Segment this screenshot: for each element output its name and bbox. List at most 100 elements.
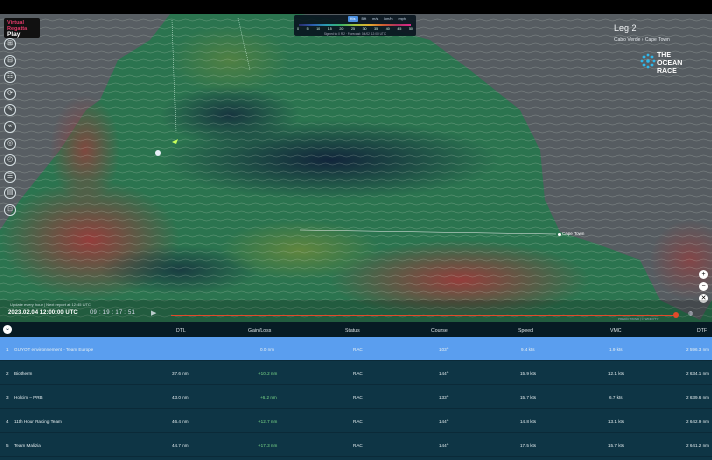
- wind-map[interactable]: Virtual Regatta Play ⊞ ⊟ ☷ ⟳ ✎ ⌁ ◎ ◴ ☰ ▤…: [0, 0, 712, 322]
- map-credit: PREDICTWIND | © WINDYTY: [618, 317, 659, 321]
- dtf: 2 639.6 nm: [686, 395, 709, 400]
- zoom-out-button[interactable]: −: [699, 282, 708, 291]
- status: RAC: [353, 443, 363, 448]
- rank: 1: [6, 347, 9, 352]
- scale-tick: 5: [306, 27, 309, 31]
- team-name: Team Malizia: [14, 443, 41, 448]
- scale-tick: 30: [362, 27, 367, 31]
- unit-bft[interactable]: Bft: [360, 16, 369, 22]
- dtf: 2 641.2 nm: [686, 443, 709, 448]
- zoom-in-button[interactable]: +: [699, 270, 708, 279]
- speed: 15.7 kts: [520, 395, 537, 400]
- course: 144°: [439, 419, 449, 424]
- scale-ticks: 0 5 10 15 20 25 30 35 40 45 50: [297, 27, 413, 31]
- app-root: Virtual Regatta Play ⊞ ⊟ ☷ ⟳ ✎ ⌁ ◎ ◴ ☰ ▤…: [0, 0, 712, 460]
- virtual-regatta-logo[interactable]: Virtual Regatta Play: [4, 18, 40, 38]
- rank: 4: [6, 419, 9, 424]
- unit-mph[interactable]: mph: [397, 16, 408, 22]
- vmc: 12.1 kts: [608, 371, 625, 376]
- dtl: 44.7 nm: [172, 443, 189, 448]
- play-icon[interactable]: ▶: [151, 309, 156, 317]
- scale-gradient: [299, 24, 411, 26]
- table-row[interactable]: 2 Biotherm 37.6 nm +10.2 nm RAC 144° 15.…: [0, 361, 712, 385]
- course: 144°: [439, 443, 449, 448]
- column-header[interactable]: Gain/Loss: [248, 328, 271, 334]
- dtl: 37.6 nm: [172, 371, 189, 376]
- vmc: 13.1 kts: [608, 419, 625, 424]
- rank: 2: [6, 371, 9, 376]
- refresh-icon[interactable]: ⟳: [4, 87, 16, 100]
- gain-loss: +6.2 nm: [260, 395, 277, 400]
- timeline-date: 2023.02.04 12:00:00 UTC: [8, 310, 78, 316]
- status: RAC: [353, 419, 363, 424]
- dtf: 2 642.9 nm: [686, 419, 709, 424]
- leaderboard-table: ⌄ DTL Gain/Loss Status Course Speed VMC …: [0, 322, 712, 460]
- speed: 17.5 kts: [520, 443, 537, 448]
- scale-tick: 50: [408, 27, 413, 31]
- chart-icon[interactable]: ⊡: [4, 203, 16, 216]
- scale-tick: 0: [297, 27, 299, 31]
- gain-loss: +17.3 nm: [258, 443, 278, 448]
- table-header: ⌄ DTL Gain/Loss Status Course Speed VMC …: [0, 322, 712, 337]
- list-icon[interactable]: ☷: [4, 71, 16, 84]
- table-row[interactable]: 1 GUYOT environnement - Team Europe 0.0 …: [0, 337, 712, 361]
- team-name: Biotherm: [14, 371, 33, 376]
- edit-icon[interactable]: ✎: [4, 104, 16, 117]
- column-header[interactable]: Status: [345, 328, 360, 334]
- course: 144°: [439, 371, 449, 376]
- unit-kmh[interactable]: km/h: [382, 16, 394, 22]
- table-row[interactable]: 5 Team Malizia 44.7 nm +17.3 nm RAC 144°…: [0, 433, 712, 457]
- map-toolbar: ⊞ ⊟ ☷ ⟳ ✎ ⌁ ◎ ◴ ☰ ▤ ⊡: [4, 38, 18, 221]
- clock-icon[interactable]: ◴: [4, 154, 16, 167]
- top-bar: [0, 0, 712, 14]
- scale-tick: 40: [385, 27, 390, 31]
- column-header[interactable]: DTL: [176, 328, 186, 334]
- brand-line: THE: [657, 52, 671, 59]
- countdown-clock: 09 : 19 : 17 : 51: [90, 310, 136, 316]
- unit-ms[interactable]: m/s: [370, 16, 380, 22]
- timeline-handle[interactable]: [673, 312, 679, 318]
- course: 103°: [439, 347, 449, 352]
- gain-loss: +12.7 nm: [258, 419, 278, 424]
- timeline-bar: Update every hour | Next report at 12:45…: [0, 300, 712, 322]
- column-header[interactable]: DTF: [697, 328, 707, 334]
- column-header[interactable]: Speed: [518, 328, 533, 334]
- leg-route: Cabo Verde › Cape Town: [614, 37, 670, 43]
- city-marker: [558, 233, 561, 236]
- speed: 15.9 kts: [520, 371, 537, 376]
- table-icon[interactable]: ▤: [4, 187, 16, 200]
- vmc: 15.7 kts: [608, 443, 625, 448]
- wave-icon[interactable]: ⌁: [4, 120, 16, 133]
- scale-tick: 35: [374, 27, 379, 31]
- team-name: GUYOT environnement - Team Europe: [14, 347, 94, 352]
- update-note: Update every hour | Next report at 12:45…: [10, 302, 91, 307]
- brand-line: RACE: [657, 68, 677, 75]
- brand-text: THE OCEAN RACE: [657, 52, 682, 76]
- dtf: 2 634.1 nm: [686, 371, 709, 376]
- grid-icon[interactable]: ⊟: [4, 54, 16, 67]
- unit-kts[interactable]: Kts: [348, 16, 358, 22]
- wind-field: [0, 0, 712, 322]
- table-row[interactable]: 3 Holcim – PRB 43.0 nm +6.2 nm RAC 133° …: [0, 385, 712, 409]
- speed: 14.8 kts: [520, 419, 537, 424]
- team-name: Holcim – PRB: [14, 395, 43, 400]
- wind-scale: Kts Bft m/s km/h mph 0 5 10 15 20 25 30 …: [294, 15, 416, 36]
- scale-tick: 20: [339, 27, 344, 31]
- gain-loss: 0.0 nm: [260, 347, 275, 352]
- windy-logo-icon: ◍: [688, 311, 694, 317]
- collapse-toggle-button[interactable]: ⌄: [3, 325, 12, 334]
- timeline-track[interactable]: [171, 315, 676, 316]
- rank: 5: [6, 443, 9, 448]
- status: RAC: [353, 347, 363, 352]
- column-header[interactable]: VMC: [610, 328, 622, 334]
- status: RAC: [353, 371, 363, 376]
- status: RAC: [353, 395, 363, 400]
- menu-icon[interactable]: ☰: [4, 170, 16, 183]
- ocean-race-logo: THE OCEAN RACE: [640, 52, 700, 78]
- layers-icon[interactable]: ⊞: [4, 38, 16, 50]
- target-icon[interactable]: ◎: [4, 137, 16, 150]
- column-header[interactable]: Course: [431, 328, 448, 334]
- dtl: 46.4 nm: [172, 419, 189, 424]
- city-label: Cape Town: [562, 231, 585, 236]
- table-row[interactable]: 4 11th Hour Racing Team 46.4 nm +12.7 nm…: [0, 409, 712, 433]
